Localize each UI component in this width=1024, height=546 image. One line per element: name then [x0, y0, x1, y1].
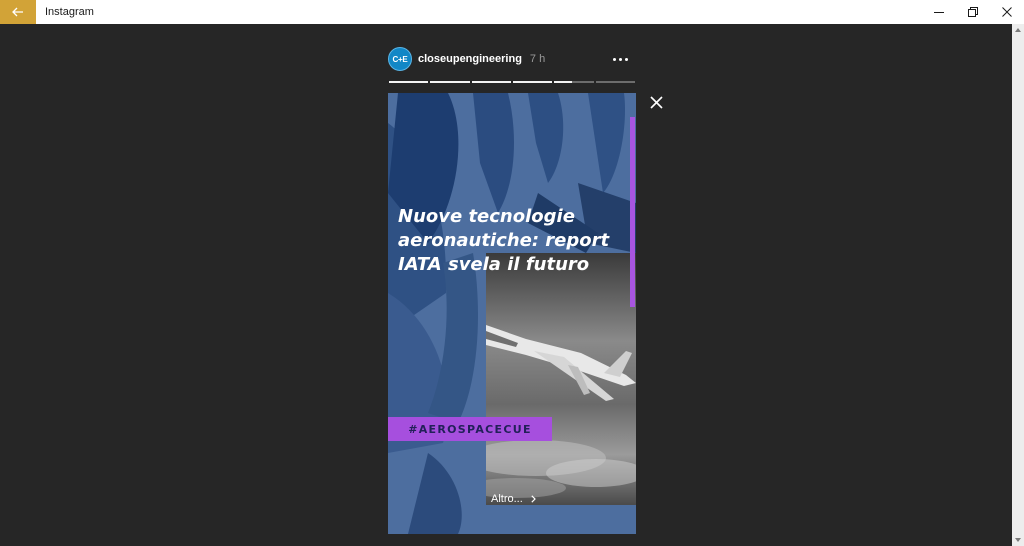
scroll-down-button[interactable]: [1012, 534, 1024, 546]
chevron-right-icon: [531, 495, 536, 503]
headline-line: Nuove tecnologie: [398, 206, 575, 227]
headline-line: aeronautiche: report: [398, 230, 610, 251]
story-header: C+E closeupengineering 7 h: [388, 46, 636, 72]
back-button[interactable]: [0, 0, 36, 24]
close-story-button[interactable]: [646, 92, 666, 112]
more-horizontal-icon: [612, 57, 616, 61]
story-progress-segment: [554, 81, 594, 83]
dot: [624, 57, 628, 61]
close-icon: [1002, 7, 1012, 17]
story-progress-fill: [430, 81, 470, 83]
hashtag-badge: #AEROSPACECUE: [388, 417, 552, 441]
restore-icon: [968, 7, 978, 17]
caret-down-icon: [1015, 538, 1021, 542]
story-progress-fill: [389, 81, 429, 83]
headline-line: IATA svela il futuro: [398, 254, 590, 275]
story-card[interactable]: Nuove tecnologie aeronautiche: report IA…: [388, 93, 636, 534]
avatar[interactable]: C+E: [388, 47, 412, 71]
title-bar: Instagram: [0, 0, 1024, 24]
arrow-left-icon: [12, 7, 23, 17]
see-more-link[interactable]: Altro...: [491, 493, 536, 505]
story-progress-segment: [595, 81, 635, 83]
story-progress: [389, 81, 635, 83]
window-controls: [922, 0, 1024, 24]
caret-up-icon: [1015, 28, 1021, 32]
story-progress-segment: [389, 81, 429, 83]
close-window-button[interactable]: [990, 0, 1024, 24]
restore-button[interactable]: [956, 0, 990, 24]
story-progress-fill: [554, 81, 572, 83]
minimize-button[interactable]: [922, 0, 956, 24]
window-title: Instagram: [45, 6, 94, 18]
more-options-button[interactable]: [608, 50, 632, 68]
see-more-label: Altro...: [491, 493, 523, 505]
story-progress-fill: [471, 81, 511, 83]
username[interactable]: closeupengineering: [418, 53, 522, 65]
dot: [618, 57, 622, 61]
close-icon: [649, 95, 663, 109]
story-headline: Nuove tecnologie aeronautiche: report IA…: [398, 205, 630, 277]
story-progress-segment: [512, 81, 553, 83]
minimize-icon: [934, 12, 944, 13]
aircraft-photo: [486, 253, 636, 505]
story-progress-segment: [471, 81, 511, 83]
purple-accent-bar: [630, 117, 635, 307]
time-ago: 7 h: [529, 53, 546, 65]
story-progress-fill: [512, 81, 553, 83]
scroll-up-button[interactable]: [1012, 24, 1024, 36]
story-progress-segment: [430, 81, 470, 83]
scrollbar[interactable]: [1012, 24, 1024, 546]
